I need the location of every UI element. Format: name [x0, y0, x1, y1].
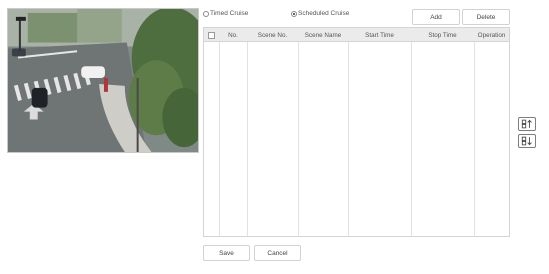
move-up-icon [521, 119, 532, 129]
select-all-cell[interactable] [204, 28, 219, 42]
column-header-no: No. [228, 31, 238, 39]
camera-image [8, 9, 198, 152]
column-header-scene-no: Scene No. [257, 31, 288, 39]
scheduled-cruise-label: Scheduled Cruise [298, 10, 350, 17]
save-button[interactable]: Save [203, 245, 250, 261]
add-button[interactable]: Add [412, 9, 460, 25]
column-divider [474, 28, 475, 236]
column-divider [298, 28, 299, 236]
move-up-button[interactable] [518, 117, 536, 131]
column-divider [411, 28, 412, 236]
move-down-button[interactable] [518, 134, 536, 148]
column-header-start-time: Start Time [365, 31, 394, 39]
column-divider [247, 28, 248, 236]
timed-cruise-radio[interactable]: Timed Cruise [203, 10, 248, 17]
column-divider [348, 28, 349, 236]
cancel-button[interactable]: Cancel [254, 245, 301, 261]
radio-unchecked-icon[interactable] [203, 10, 209, 17]
delete-button[interactable]: Delete [462, 9, 510, 25]
column-divider [219, 28, 220, 236]
column-header-scene-name: Scene Name [304, 31, 342, 39]
camera-preview [7, 8, 199, 153]
select-all-checkbox[interactable] [208, 31, 215, 39]
column-header-operation: Operation [477, 31, 506, 39]
move-down-icon [521, 136, 532, 146]
cruise-table: No. Scene No. Scene Name Start Time Stop… [203, 27, 510, 237]
radio-checked-icon[interactable] [291, 10, 297, 17]
table-header: No. Scene No. Scene Name Start Time Stop… [204, 28, 509, 42]
scheduled-cruise-radio[interactable]: Scheduled Cruise [291, 10, 349, 17]
column-header-stop-time: Stop Time [428, 31, 457, 39]
timed-cruise-label: Timed Cruise [210, 10, 249, 17]
